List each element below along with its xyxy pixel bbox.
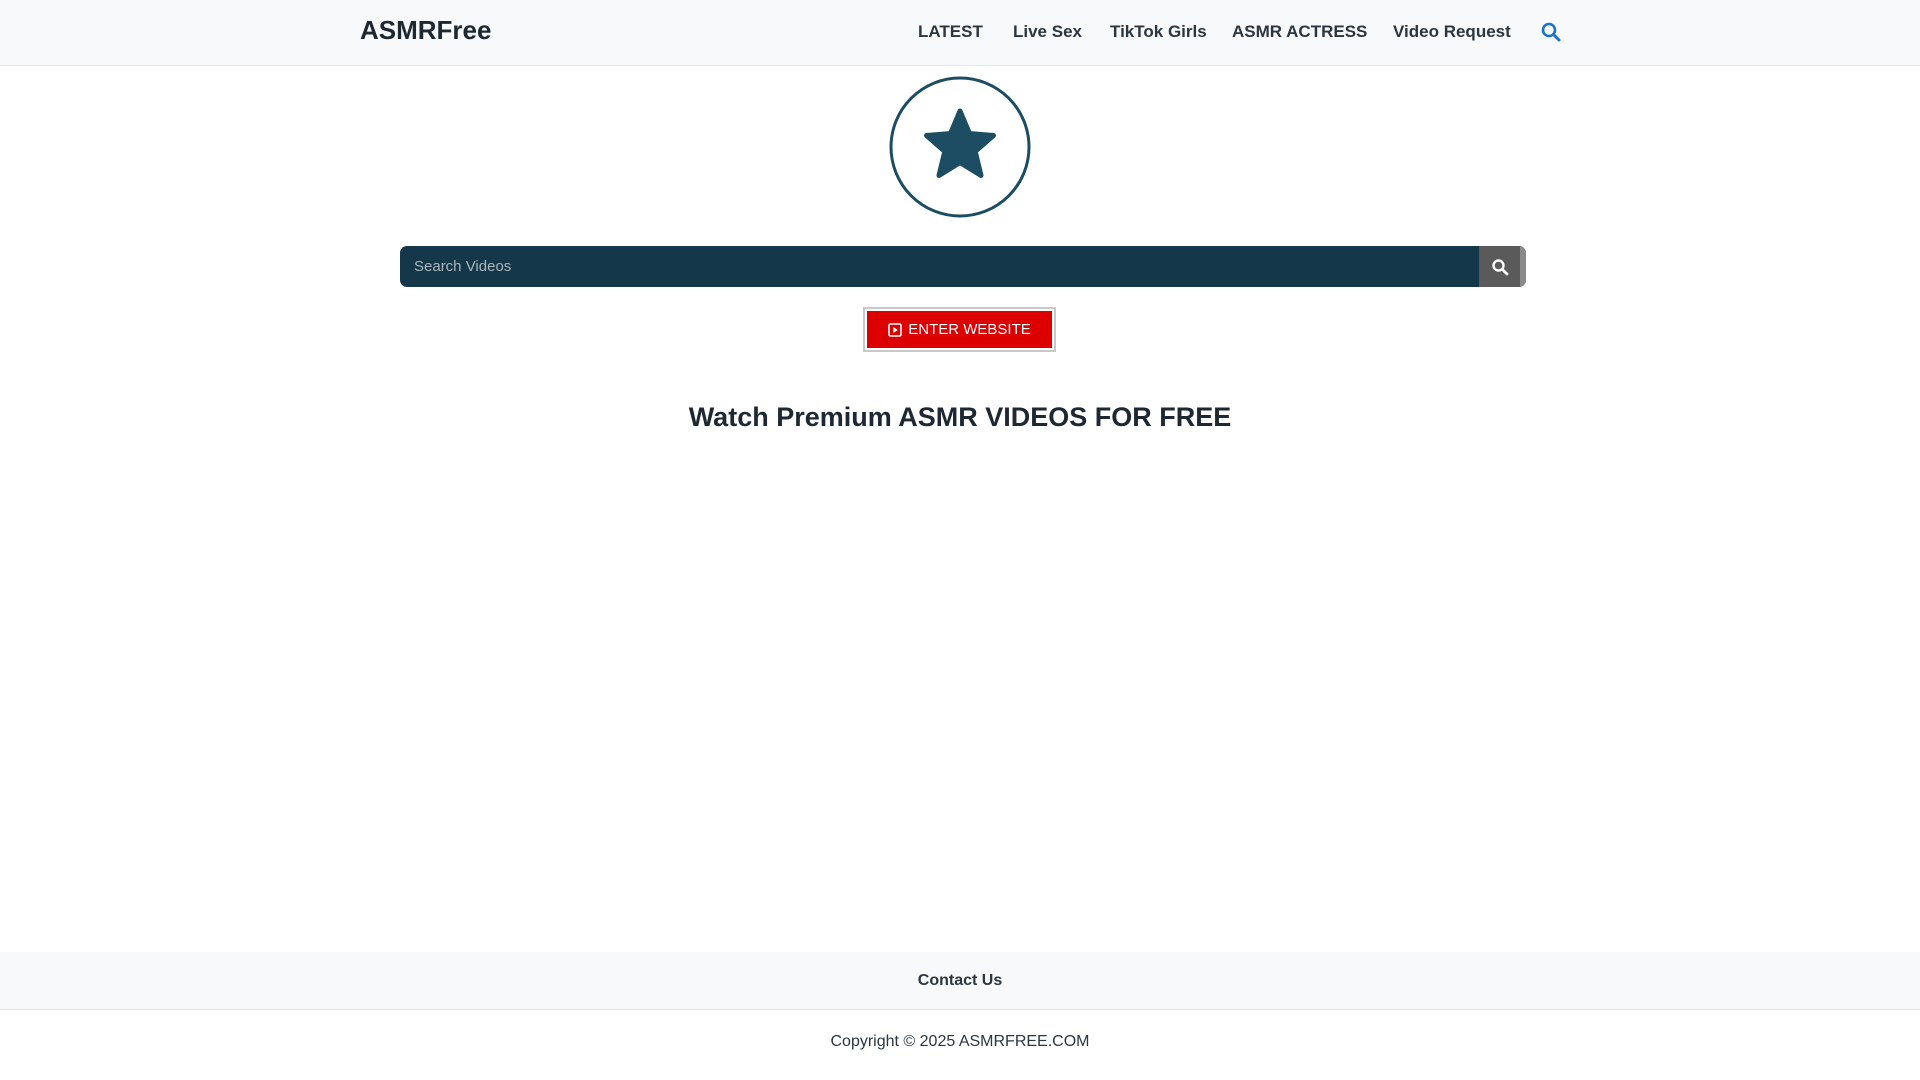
footer-nav: Contact Us bbox=[0, 952, 1920, 1010]
nav-item-asmr-actress[interactable]: ASMR ACTRESS bbox=[1232, 22, 1367, 42]
search-button[interactable] bbox=[1479, 246, 1520, 287]
nav-item-tiktok-girls[interactable]: TikTok Girls bbox=[1110, 22, 1207, 42]
nav-item-video-request[interactable]: Video Request bbox=[1393, 22, 1511, 42]
star-icon bbox=[889, 76, 1031, 218]
search-input[interactable] bbox=[400, 246, 1479, 287]
enter-website-button[interactable]: ENTER WEBSITE bbox=[867, 311, 1052, 348]
copyright-text: Copyright © 2025 ASMRFREE.COM bbox=[830, 1033, 1090, 1050]
search-bar bbox=[400, 246, 1526, 287]
search-bar-edge bbox=[1520, 246, 1526, 287]
enter-website-label: ENTER WEBSITE bbox=[908, 321, 1031, 338]
nav-item-latest[interactable]: LATEST bbox=[918, 22, 983, 42]
site-title[interactable]: ASMRFree bbox=[360, 15, 491, 46]
search-icon bbox=[1491, 258, 1508, 275]
nav-item-live-sex[interactable]: Live Sex bbox=[1013, 22, 1082, 42]
page-headline: Watch Premium ASMR VIDEOS FOR FREE bbox=[688, 402, 1232, 432]
enter-website-frame: ENTER WEBSITE bbox=[863, 307, 1056, 352]
footer-link-contact-us[interactable]: Contact Us bbox=[0, 972, 1920, 990]
site-header: ASMRFree LATEST Live Sex TikTok Girls AS… bbox=[0, 0, 1920, 66]
site-logo[interactable] bbox=[889, 76, 1031, 218]
play-square-icon bbox=[888, 322, 903, 337]
search-icon[interactable] bbox=[1540, 21, 1562, 43]
